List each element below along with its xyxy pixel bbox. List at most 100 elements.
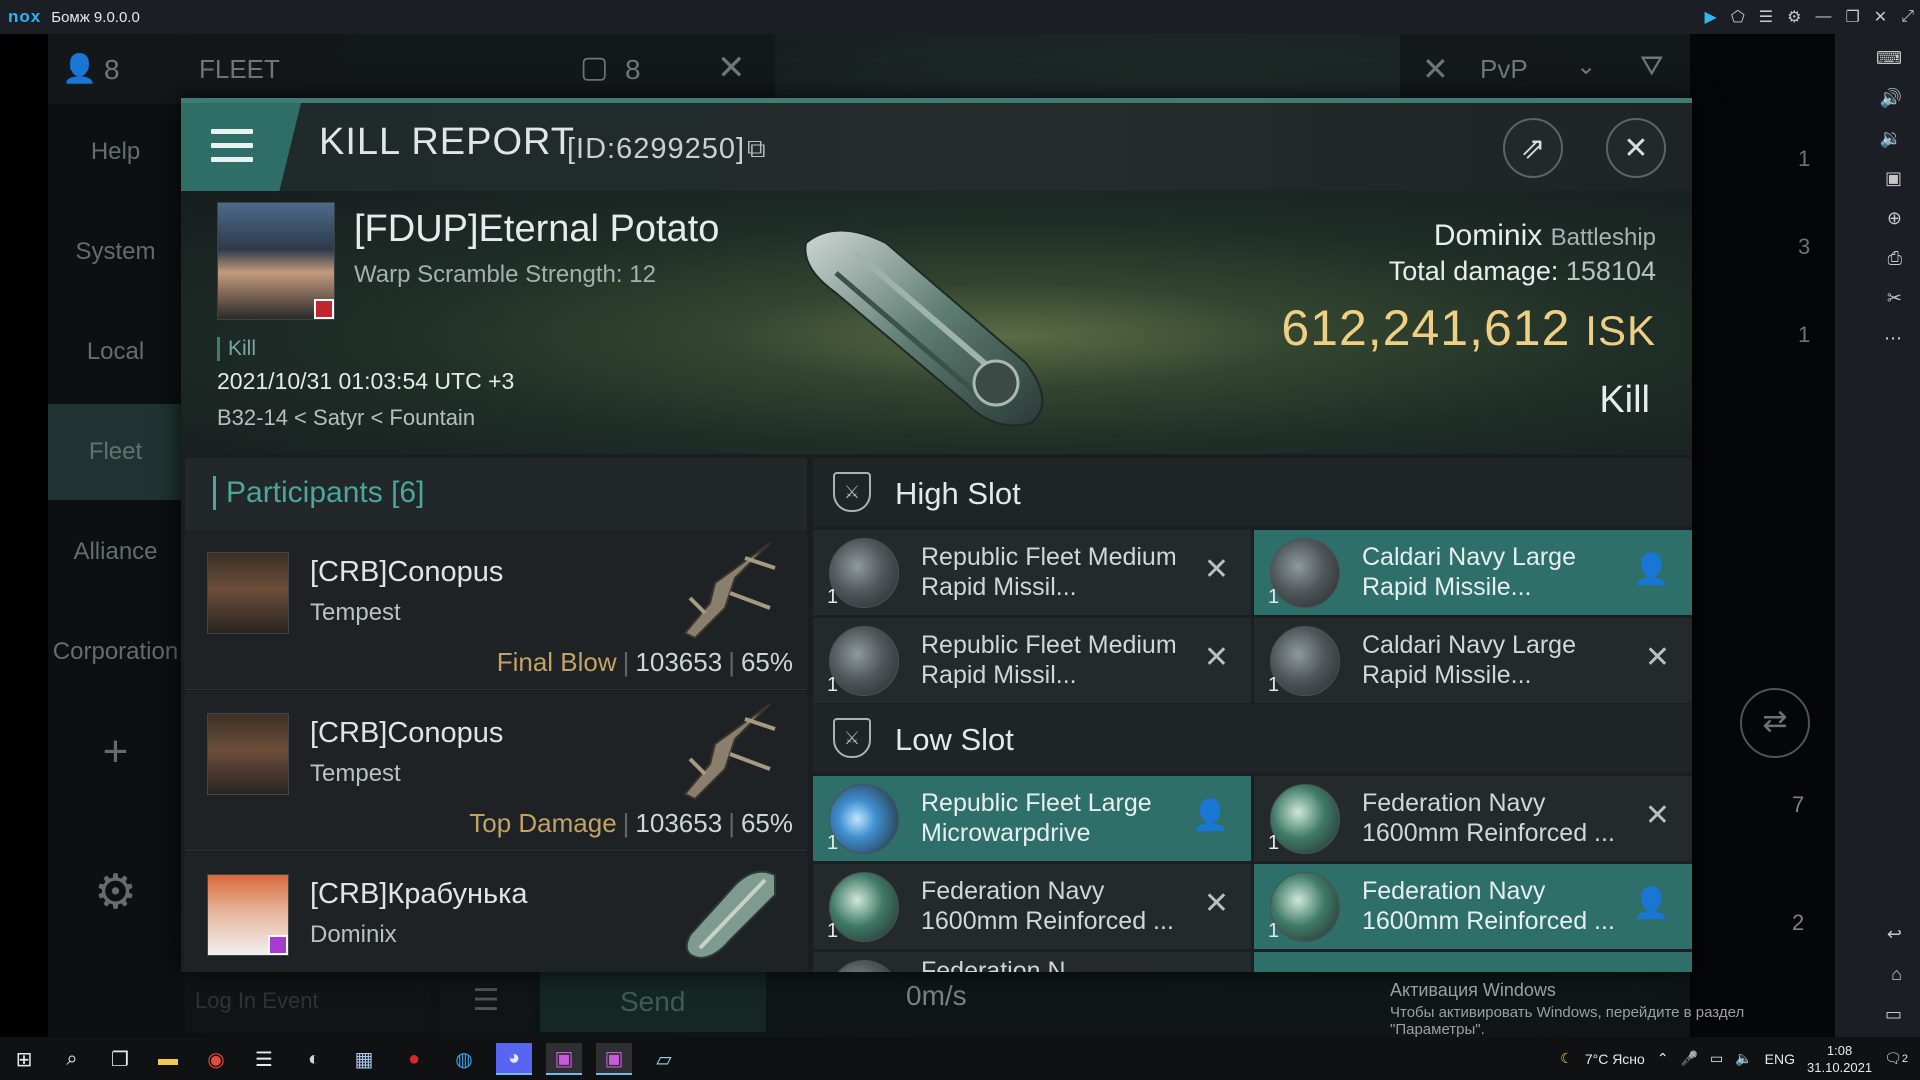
volume-down-icon[interactable]: 🔉: [1835, 128, 1920, 149]
kill-tag: Kill: [217, 337, 256, 361]
participant-portrait[interactable]: [207, 552, 289, 634]
taskbar-app-icon[interactable]: ▱: [646, 1043, 682, 1075]
menu-fleet[interactable]: Fleet: [48, 404, 183, 500]
hamburger-menu-button[interactable]: [181, 103, 301, 191]
network-icon[interactable]: ▭: [1710, 1050, 1723, 1067]
participant-row[interactable]: [CRB]Conopus Tempest Final Blow | 103653 | 6…: [185, 530, 807, 690]
module-item[interactable]: 1 Caldari Navy Large Rapid Missile... 👤: [1254, 530, 1692, 615]
shield-icon[interactable]: ⬠: [1731, 7, 1745, 27]
microphone-icon[interactable]: 🎤: [1681, 1050, 1698, 1067]
share-button[interactable]: ⇗: [1503, 118, 1563, 178]
restore-button[interactable]: ❐: [1845, 7, 1859, 27]
menu-system[interactable]: System: [48, 204, 183, 300]
module-item[interactable]: 1 Federation Navy 1600mm Reinforced ... …: [813, 864, 1251, 949]
module-item[interactable]: Federation N...: [813, 952, 1251, 972]
module-item[interactable]: 1 Republic Fleet Medium Rapid Missil... …: [813, 530, 1251, 615]
speaker-icon[interactable]: 🔈: [1735, 1050, 1752, 1067]
victim-ship[interactable]: Dominix Battleship: [1434, 219, 1656, 253]
fullscreen-button[interactable]: ⤢: [1901, 8, 1914, 26]
edge-icon[interactable]: ◍: [446, 1043, 482, 1075]
menu-alliance[interactable]: Alliance: [48, 504, 183, 600]
module-name: Federation Navy 1600mm Reinforced ...: [1362, 877, 1615, 935]
fleet-members-box[interactable]: 👤 8: [48, 34, 183, 104]
add-channel-icon[interactable]: +: [48, 704, 183, 800]
nox-app-icon[interactable]: ▣: [596, 1043, 632, 1075]
menu-icon[interactable]: ☰: [1759, 7, 1773, 27]
more-icon[interactable]: ⋯: [1835, 328, 1920, 349]
copy-icon[interactable]: ⧉: [747, 133, 766, 165]
chat-input[interactable]: Log In Event: [185, 972, 430, 1032]
discord-icon[interactable]: ◕: [496, 1043, 532, 1075]
chevron-down-icon[interactable]: ⌄: [1576, 52, 1596, 81]
module-item[interactable]: 1 Federation Navy 1600mm Reinforced ... …: [1254, 864, 1692, 949]
kill-report-header: KILL REPORT [ID:6299250] ⧉ ⇗ ✕: [181, 103, 1692, 191]
menu-help[interactable]: Help: [48, 104, 183, 200]
menu-corporation[interactable]: Corporation: [48, 604, 183, 700]
pvp-mode-label[interactable]: PvP: [1480, 54, 1528, 85]
play-icon[interactable]: ▶: [1705, 7, 1717, 27]
add-apk-icon[interactable]: ⊕: [1835, 208, 1920, 229]
victim-ship-name: Dominix: [1433, 219, 1543, 252]
scissors-icon[interactable]: ✂: [1835, 288, 1920, 309]
print-icon[interactable]: ⎙: [1835, 248, 1920, 269]
volume-up-icon[interactable]: 🔊: [1835, 88, 1920, 109]
calculator-icon[interactable]: ▦: [346, 1043, 382, 1075]
home-icon[interactable]: ⌂: [1835, 964, 1920, 985]
chevron-up-icon[interactable]: ⌃: [1657, 1050, 1669, 1067]
back-icon[interactable]: ↩: [1835, 924, 1920, 945]
module-item[interactable]: 1 Caldari Navy Large Rapid Missile... ✕: [1254, 618, 1692, 703]
kill-result: Kill: [1599, 379, 1650, 421]
weather-text[interactable]: 7°C Ясно: [1585, 1051, 1645, 1067]
recent-apps-icon[interactable]: ▭: [1835, 1004, 1920, 1025]
clock[interactable]: 1:08 31.10.2021: [1807, 1042, 1872, 1076]
taskbar-app-icon[interactable]: ◐: [296, 1043, 332, 1075]
module-qty: 1: [1268, 586, 1280, 608]
fleet-close-icon[interactable]: ✕: [717, 48, 746, 88]
participant-row[interactable]: [CRB]Conopus Tempest Top Damage | 103653 | 6…: [185, 691, 807, 851]
start-button[interactable]: ⊞: [6, 1043, 42, 1075]
task-view-icon[interactable]: ❐: [102, 1043, 138, 1075]
keyboard-icon[interactable]: ⌨: [1835, 48, 1920, 69]
swap-icon[interactable]: ⇄: [1740, 688, 1810, 758]
nox-multi-icon[interactable]: ▣: [546, 1043, 582, 1075]
settings-icon[interactable]: ⚙: [1787, 7, 1801, 27]
participant-percent: 65%: [740, 808, 793, 838]
screen-icon[interactable]: ▣: [1835, 168, 1920, 189]
file-explorer-icon[interactable]: ▬: [150, 1043, 186, 1075]
high-slot-header: ⚔ High Slot: [813, 458, 1692, 526]
notifications-icon[interactable]: 🗨: [1884, 1050, 1902, 1067]
filter-icon[interactable]: ⛛: [1640, 50, 1664, 83]
kill-timestamp: 2021/10/31 01:03:54 UTC +3: [217, 368, 515, 394]
participant-portrait[interactable]: [207, 713, 289, 795]
participant-badge: [268, 935, 288, 955]
taskbar-app-icon[interactable]: ☰: [246, 1043, 282, 1075]
participant-row[interactable]: [CRB]Крабунька Dominix: [185, 852, 807, 972]
chrome-icon[interactable]: ◉: [198, 1043, 234, 1075]
settings-gear-icon[interactable]: ⚙: [48, 844, 183, 940]
participant-damage: 103653: [635, 647, 723, 677]
close-dialog-button[interactable]: ✕: [1606, 118, 1666, 178]
search-icon[interactable]: ⌕: [54, 1043, 90, 1075]
victim-portrait[interactable]: [217, 202, 335, 320]
armor-plate-icon: [829, 960, 899, 972]
module-qty: 1: [1268, 832, 1280, 854]
module-item[interactable]: 1 Republic Fleet Large Microwarpdrive 👤: [813, 776, 1251, 861]
chat-menu-button[interactable]: ☰: [440, 972, 532, 1032]
send-button[interactable]: Send: [540, 972, 766, 1032]
final-blow-tag: Final Blow: [496, 647, 617, 677]
participants-title: Participants: [226, 476, 383, 509]
module-item[interactable]: [1254, 952, 1692, 972]
language-indicator[interactable]: ENG: [1765, 1051, 1795, 1067]
close-button[interactable]: ✕: [1874, 7, 1887, 27]
minimize-button[interactable]: —: [1815, 8, 1831, 26]
menu-local[interactable]: Local: [48, 304, 183, 400]
participant-portrait[interactable]: [207, 874, 289, 956]
participant-stats: Top Damage | 103653 | 65%: [469, 808, 793, 838]
kill-location[interactable]: B32-14 < Satyr < Fountain: [217, 405, 475, 431]
module-item[interactable]: 1 Federation Navy 1600mm Reinforced ... …: [1254, 776, 1692, 861]
participant-name: [CRB]Conopus: [310, 556, 504, 588]
victim-name[interactable]: [FDUP]Eternal Potato: [354, 208, 719, 251]
module-item[interactable]: 1 Republic Fleet Medium Rapid Missil... …: [813, 618, 1251, 703]
taskbar-app-icon[interactable]: ●: [396, 1043, 432, 1075]
victim-ship-image[interactable]: [796, 213, 1076, 433]
